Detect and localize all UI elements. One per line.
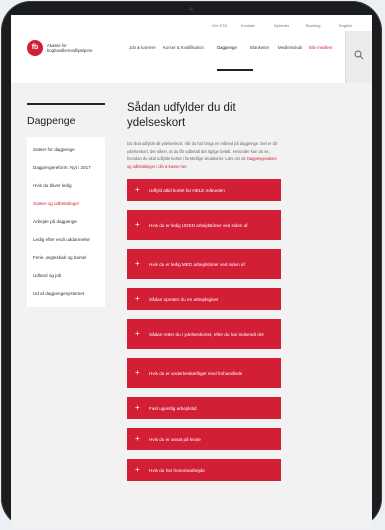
intro-text: Du skal udfylde dit ydelseskort, når du …	[127, 140, 281, 170]
site-header: Om STA Kontakt Nyheder Booking English f…	[11, 15, 372, 83]
nav-membership[interactable]: Medlemskab	[278, 45, 302, 50]
accordion-label: Fast ugentlig arbejdstid	[149, 405, 197, 411]
nav-forms[interactable]: Blanketter	[250, 45, 269, 50]
top-link-booking[interactable]: Booking	[306, 23, 320, 28]
accordion-item[interactable]: + Sådan retter du i ydelseskortet, efter…	[127, 319, 281, 350]
plus-icon: +	[135, 259, 140, 269]
top-link-about[interactable]: Om STA	[212, 23, 227, 28]
sidebar-item-abroad[interactable]: Udland og job	[27, 267, 105, 285]
accordion-item[interactable]: + Hvis du har honorararbejde	[127, 459, 281, 482]
sidebar-item-graduates[interactable]: Ledig efter endt uddannelse	[27, 231, 105, 249]
search-button[interactable]	[345, 31, 372, 83]
active-nav-indicator	[217, 69, 253, 71]
accordion-label: Hvis du er underbeskæftiget med forhandl…	[149, 370, 243, 376]
sidebar-item-exit[interactable]: Ud af dagpengesystemet	[27, 285, 105, 303]
accordion-label: Udfyld altid kortet for HELE måneden	[149, 187, 225, 193]
top-link-english[interactable]: English	[339, 23, 352, 28]
accordion-item[interactable]: + Hvis du er ledig UDEN arbejdstimer ved…	[127, 210, 281, 241]
plus-icon: +	[135, 185, 140, 195]
plus-icon: +	[135, 403, 140, 413]
sidebar-item-leave[interactable]: Ferie, ægteskab og barsel	[27, 249, 105, 267]
plus-icon: +	[135, 368, 140, 378]
camera	[189, 7, 193, 11]
logo[interactable]: fb Akasse for boghandlermedhjælpere	[27, 40, 109, 64]
accordion-label: Sådan opretter du en arbejdsgiver	[149, 296, 219, 302]
nav-job[interactable]: Job & karriere	[129, 45, 156, 50]
logo-mark: fb	[27, 40, 43, 56]
sidebar-divider	[27, 103, 105, 105]
sidebar-title: Dagpenge	[27, 115, 76, 127]
accordion-item[interactable]: + Hvis du er ansat på kvote	[127, 428, 281, 451]
sidebar: Dagpenge Satser for dagpenge Dagpengeref…	[27, 103, 105, 307]
sidebar-item-work[interactable]: Arbejde på dagpenge	[27, 213, 105, 231]
main-content: Sådan udfylder du dit ydelseskort Du ska…	[127, 101, 367, 490]
sidebar-item-payments[interactable]: Satser og udbetalinger	[27, 195, 105, 213]
nav-courses[interactable]: Kurser & Kvalifikation	[163, 45, 204, 50]
browser-viewport: Om STA Kontakt Nyheder Booking English f…	[11, 15, 372, 529]
plus-icon: +	[135, 220, 140, 230]
tablet-frame: Om STA Kontakt Nyheder Booking English f…	[1, 1, 382, 529]
plus-icon: +	[135, 434, 140, 444]
search-icon	[354, 50, 364, 60]
nav-become-member[interactable]: Bliv medlem	[309, 45, 332, 50]
logo-text-secondary: boghandlermedhjælpere	[47, 48, 93, 53]
accordion-item[interactable]: + Udfyld altid kortet for HELE måneden	[127, 179, 281, 202]
sidebar-item-reform[interactable]: Dagpengereform: Nyt i 2017	[27, 159, 105, 177]
sidebar-menu: Satser for dagpenge Dagpengereform: Nyt …	[27, 137, 105, 307]
accordion-item[interactable]: + Sådan opretter du en arbejdsgiver	[127, 288, 281, 311]
plus-icon: +	[135, 329, 140, 339]
plus-icon: +	[135, 294, 140, 304]
sidebar-item-rates[interactable]: Satser for dagpenge	[27, 141, 105, 159]
accordion-item[interactable]: + Fast ugentlig arbejdstid	[127, 397, 281, 420]
page-title: Sådan udfylder du dit ydelseskort	[127, 102, 236, 129]
accordion-list: + Udfyld altid kortet for HELE måneden +…	[127, 179, 281, 482]
accordion-label: Hvis du har honorararbejde	[149, 467, 205, 473]
accordion-item[interactable]: + Hvis du er underbeskæftiget med forhan…	[127, 358, 281, 389]
accordion-label: Hvis du er ansat på kvote	[149, 436, 201, 442]
accordion-label: Hvis du er ledig UDEN arbejdstimer ved s…	[149, 222, 248, 228]
top-links: Om STA Kontakt Nyheder Booking English	[11, 23, 372, 33]
accordion-item[interactable]: + Hvis du er ledig MED arbejdstimer ved …	[127, 249, 281, 280]
top-link-contact[interactable]: Kontakt	[241, 23, 255, 28]
intro-link-end[interactable]: her.	[180, 164, 187, 169]
plus-icon: +	[135, 465, 140, 475]
nav-dagpenge[interactable]: Dagpenge	[217, 45, 237, 50]
top-link-news[interactable]: Nyheder	[274, 23, 289, 28]
accordion-label: Sådan retter du i ydelseskortet, efter d…	[149, 331, 264, 337]
accordion-label: Hvis du er ledig MED arbejdstimer ved si…	[149, 261, 245, 267]
sidebar-item-unemployed[interactable]: Hvis du bliver ledig	[27, 177, 105, 195]
